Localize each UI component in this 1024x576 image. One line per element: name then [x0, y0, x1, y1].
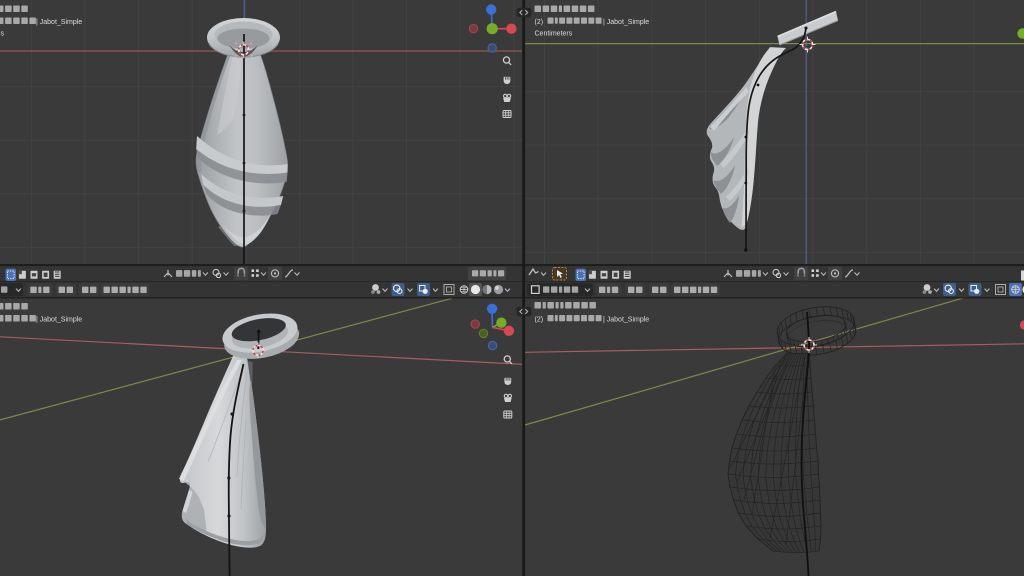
- svg-text:(2): (2): [535, 19, 544, 26]
- svg-text:| Jabot_Simple: | Jabot_Simple: [603, 19, 649, 26]
- svg-text:| Jabot_Simple: | Jabot_Simple: [36, 19, 82, 26]
- svg-text:(2): (2): [535, 317, 544, 324]
- svg-text:s: s: [1, 31, 5, 38]
- svg-text:Centimeters: Centimeters: [535, 31, 573, 38]
- svg-text:| Jabot_Simple: | Jabot_Simple: [603, 317, 649, 324]
- svg-text:| Jabot_Simple: | Jabot_Simple: [36, 317, 82, 324]
